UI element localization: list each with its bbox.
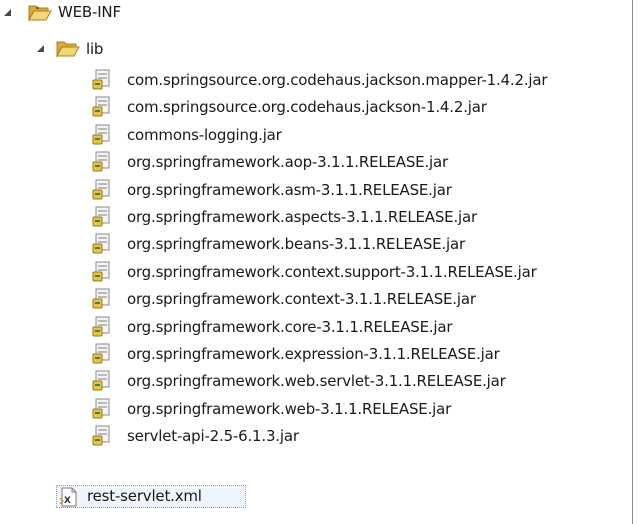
expand-toggle-web-inf[interactable] <box>4 9 11 16</box>
folder-open-icon <box>28 5 52 22</box>
jar-file-icon <box>92 69 110 90</box>
jar-file-icon <box>92 370 110 391</box>
folder-open-icon <box>56 41 80 58</box>
jar-file-icon <box>92 398 110 419</box>
tree-node-label: org.springframework.web.servlet-3.1.1.RE… <box>127 372 506 391</box>
jar-file-icon <box>92 233 110 254</box>
jar-file-icon <box>92 343 110 364</box>
tree-node-label: org.springframework.asm-3.1.1.RELEASE.ja… <box>127 180 452 199</box>
tree-node-label: rest-servlet.xml <box>87 487 202 505</box>
tree-node-label: org.springframework.core-3.1.1.RELEASE.j… <box>127 317 453 336</box>
xml-file-icon: X <box>60 487 77 507</box>
tree-node-label: lib <box>86 40 104 58</box>
tree-node-label: org.springframework.aop-3.1.1.RELEASE.ja… <box>127 153 448 172</box>
jar-file-icon <box>92 425 110 446</box>
svg-text:X: X <box>64 496 71 506</box>
tree-node-label: servlet-api-2.5-6.1.3.jar <box>127 427 299 446</box>
jar-file-icon <box>92 151 110 172</box>
tree-node-label: WEB-INF <box>58 3 121 21</box>
expand-toggle-lib[interactable] <box>37 45 44 52</box>
jar-file-icon <box>92 316 110 337</box>
tree-node-label: commons-logging.jar <box>127 125 282 144</box>
tree-node-label: org.springframework.web-3.1.1.RELEASE.ja… <box>127 399 452 418</box>
tree-node-label: org.springframework.context-3.1.1.RELEAS… <box>127 290 476 309</box>
view-border <box>632 0 633 524</box>
package-explorer-tree: WEB-INF lib com.springsource.org.codehau… <box>0 0 636 524</box>
tree-node-label: org.springframework.aspects-3.1.1.RELEAS… <box>127 208 477 226</box>
jar-file-icon <box>92 261 110 282</box>
tree-node-label: com.springsource.org.codehaus.jackson.ma… <box>127 71 548 89</box>
jar-file-icon <box>92 96 110 117</box>
tree-node-label: org.springframework.expression-3.1.1.REL… <box>127 345 500 363</box>
tree-node-label: com.springsource.org.codehaus.jackson-1.… <box>127 98 487 117</box>
tree-node-label: org.springframework.context.support-3.1.… <box>127 262 537 281</box>
tree-node-label: org.springframework.beans-3.1.1.RELEASE.… <box>127 235 465 254</box>
jar-file-icon <box>92 288 110 309</box>
jar-file-icon <box>92 179 110 200</box>
jar-file-icon <box>92 124 110 145</box>
jar-file-icon <box>92 206 110 227</box>
